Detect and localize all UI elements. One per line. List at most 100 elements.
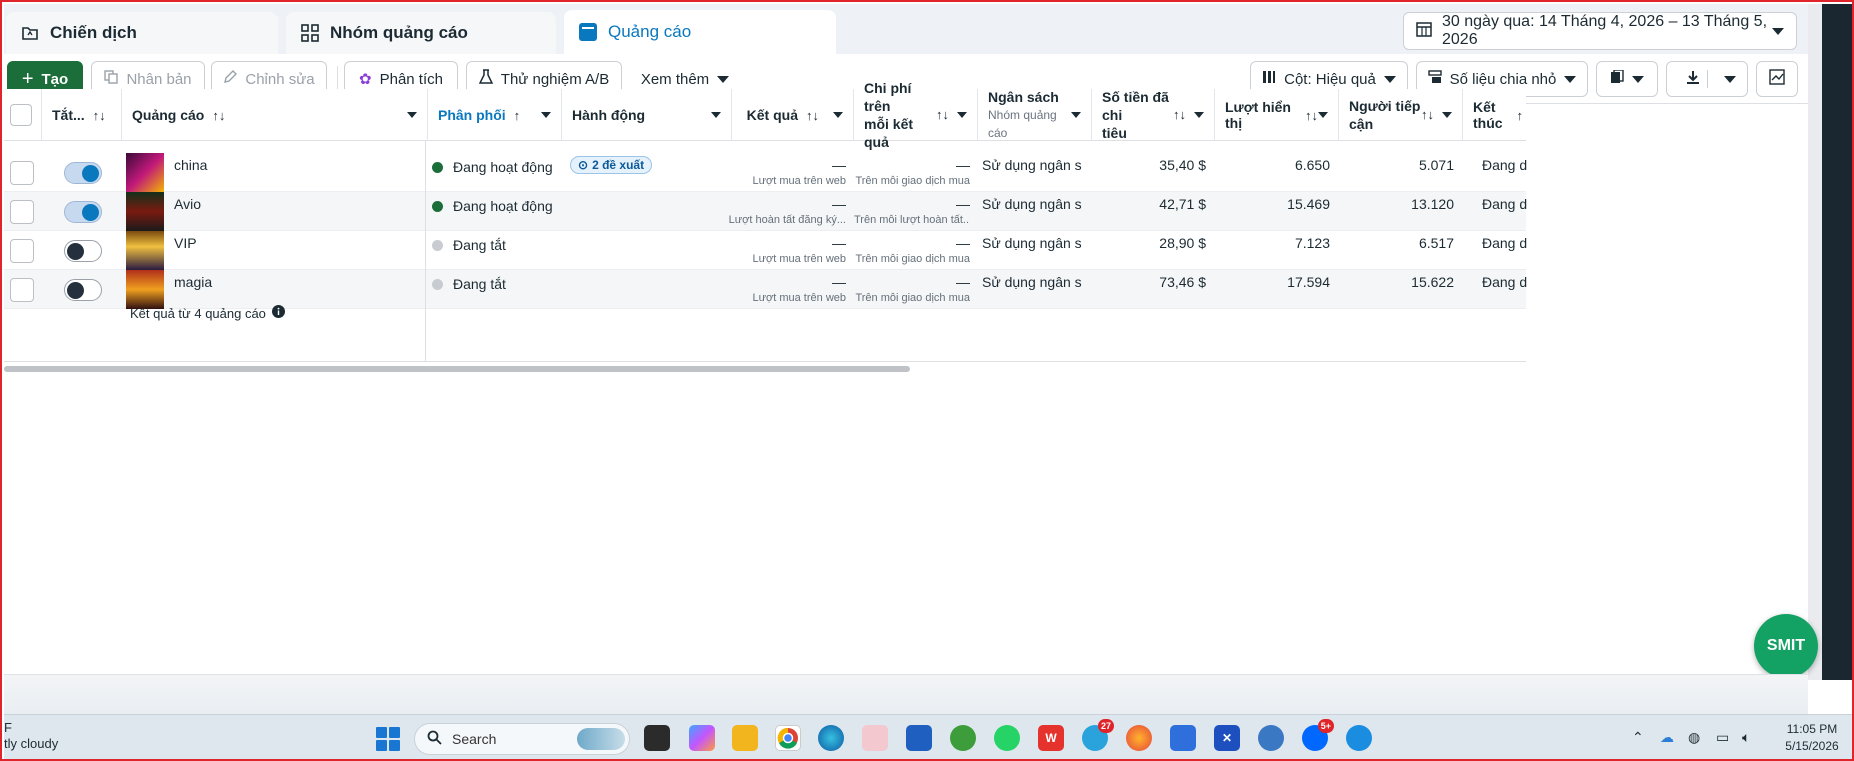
column-header-toggle[interactable]: Tắt... ↑↓ bbox=[42, 89, 122, 141]
copilot-icon[interactable] bbox=[689, 725, 715, 751]
select-all-checkbox[interactable] bbox=[10, 104, 32, 126]
column-header-amount-spent[interactable]: Số tiền đã chi tiêu ↑↓ bbox=[1092, 89, 1215, 141]
horizontal-scrollbar[interactable] bbox=[4, 366, 910, 372]
edge-icon[interactable] bbox=[818, 725, 844, 751]
chevron-up-icon[interactable]: ⌃ bbox=[1632, 729, 1644, 746]
weather-temp: F bbox=[4, 720, 12, 735]
chevron-down-icon[interactable] bbox=[711, 112, 721, 118]
cloud-icon[interactable]: ☁ bbox=[1660, 729, 1674, 746]
chevron-down-icon[interactable] bbox=[1442, 112, 1452, 118]
table-row[interactable]: VIP Đang tắt — Lượt mua trên web — Trên mỗi g… bbox=[4, 231, 1528, 270]
firefox-icon[interactable] bbox=[1126, 725, 1152, 751]
export-button[interactable] bbox=[1666, 61, 1748, 97]
notepad-icon[interactable] bbox=[1170, 725, 1196, 751]
suggestions-badge[interactable]: ⊙ 2 đề xuất bbox=[570, 156, 653, 174]
column-header-ad[interactable]: Quảng cáo ↑↓ bbox=[122, 89, 428, 141]
result-type: Lượt mua trên web bbox=[752, 253, 846, 265]
network-icon[interactable]: ▭ bbox=[1716, 729, 1729, 746]
chevron-down-icon[interactable] bbox=[1194, 112, 1204, 118]
select-all-cell bbox=[4, 89, 42, 141]
column-label: Ngân sách Nhóm quảng cáo bbox=[988, 89, 1059, 140]
telegram-icon[interactable]: 27 bbox=[1082, 719, 1114, 751]
sort-ascending-icon[interactable]: ↑ bbox=[1517, 108, 1524, 123]
pencil-icon bbox=[223, 70, 238, 88]
column-header-impressions[interactable]: Lượt hiển thị ↑↓ bbox=[1215, 89, 1339, 141]
reach-value: 15.622 bbox=[1411, 274, 1454, 290]
column-header-ends[interactable]: Kết thúc ↑ bbox=[1463, 89, 1533, 141]
delivery-status: Đang tắt bbox=[432, 235, 506, 255]
chevron-down-icon[interactable] bbox=[407, 112, 417, 118]
sort-icon[interactable]: ↑↓ bbox=[1305, 108, 1318, 123]
app-icon-5[interactable] bbox=[1346, 725, 1372, 751]
taskbar-search[interactable]: Search bbox=[414, 723, 630, 755]
sort-ascending-icon[interactable]: ↑ bbox=[514, 108, 521, 123]
sort-icon[interactable]: ↑↓ bbox=[936, 106, 949, 124]
sort-icon[interactable]: ↑↓ bbox=[1421, 106, 1434, 124]
app-icon-3[interactable]: ✕ bbox=[1214, 725, 1240, 751]
table-row[interactable]: magia Đang tắt — Lượt mua trên web — Trên mỗi… bbox=[4, 270, 1528, 309]
chevron-down-icon bbox=[717, 75, 730, 83]
info-icon[interactable] bbox=[271, 305, 285, 321]
tab-campaigns[interactable]: Chiến dịch bbox=[6, 12, 278, 54]
app-icon-1[interactable] bbox=[862, 725, 888, 751]
chevron-down-icon[interactable] bbox=[833, 112, 843, 118]
weather-widget[interactable]: F tly cloudy bbox=[4, 720, 58, 752]
sort-icon[interactable]: ↑↓ bbox=[806, 108, 819, 123]
chevron-down-icon[interactable] bbox=[1071, 112, 1081, 118]
app-icon-2[interactable] bbox=[950, 725, 976, 751]
file-explorer-icon[interactable] bbox=[732, 725, 758, 751]
chrome-icon[interactable] bbox=[775, 725, 801, 751]
column-label: Hành động bbox=[572, 107, 646, 123]
sort-icon[interactable]: ↑↓ bbox=[1173, 106, 1186, 124]
tab-ads[interactable]: Quảng cáo bbox=[564, 10, 836, 54]
ad-toggle-switch[interactable] bbox=[64, 201, 102, 223]
chart-toggle-button[interactable] bbox=[1756, 61, 1798, 97]
cost-per-result-type: Trên mỗi giao dịch mua bbox=[855, 175, 970, 187]
ad-toggle-switch[interactable] bbox=[64, 162, 102, 184]
ad-thumbnail[interactable] bbox=[126, 192, 164, 231]
row-checkbox[interactable] bbox=[10, 161, 34, 185]
amount-spent-value: 73,46 $ bbox=[1159, 274, 1206, 290]
task-view-icon[interactable] bbox=[644, 725, 670, 751]
sort-icon[interactable]: ↑↓ bbox=[212, 108, 225, 123]
ad-thumbnail[interactable] bbox=[126, 231, 164, 270]
tab-ad-sets[interactable]: Nhóm quảng cáo bbox=[286, 12, 556, 54]
sort-icon[interactable]: ↑↓ bbox=[93, 108, 106, 123]
ad-toggle-switch[interactable] bbox=[64, 240, 102, 262]
search-placeholder: Search bbox=[452, 731, 497, 747]
columns-label: Cột: Hiệu quả bbox=[1284, 70, 1376, 88]
column-header-budget[interactable]: Ngân sách Nhóm quảng cáo bbox=[978, 89, 1092, 141]
notification-badge: 27 bbox=[1097, 719, 1114, 733]
chevron-down-icon[interactable] bbox=[1318, 112, 1328, 118]
windows-start-icon[interactable] bbox=[376, 727, 400, 751]
ad-thumbnail[interactable] bbox=[126, 270, 164, 309]
whatsapp-icon[interactable] bbox=[994, 725, 1020, 751]
row-checkbox[interactable] bbox=[10, 200, 34, 224]
volume-icon[interactable]: 🔈︎ bbox=[1742, 729, 1750, 746]
column-header-delivery[interactable]: Phân phối ↑ bbox=[428, 89, 562, 141]
ad-toggle-switch[interactable] bbox=[64, 279, 102, 301]
column-header-actions[interactable]: Hành động bbox=[562, 89, 732, 141]
column-header-results[interactable]: Kết quả ↑↓ bbox=[732, 89, 854, 141]
store-icon[interactable] bbox=[906, 725, 932, 751]
chevron-down-icon[interactable] bbox=[541, 112, 551, 118]
smit-chat-button[interactable]: SMIT bbox=[1754, 614, 1818, 678]
wps-icon[interactable]: W bbox=[1038, 725, 1064, 751]
system-clock[interactable]: 11:05 PM 5/15/2026 bbox=[1772, 721, 1852, 755]
table-row[interactable]: Avio Đang hoạt động — Lượt hoàn tất đăng ký… bbox=[4, 192, 1528, 231]
chevron-down-icon[interactable] bbox=[957, 112, 967, 118]
date-range-picker[interactable]: 30 ngày qua: 14 Tháng 4, 2026 – 13 Tháng… bbox=[1403, 12, 1797, 50]
reports-button[interactable] bbox=[1596, 61, 1658, 97]
column-label: Kết thúc bbox=[1473, 99, 1503, 131]
zalo-icon[interactable]: 5+ bbox=[1302, 719, 1334, 751]
column-header-reach[interactable]: Người tiếp cận ↑↓ bbox=[1339, 89, 1463, 141]
row-checkbox[interactable] bbox=[10, 239, 34, 263]
ad-thumbnail[interactable] bbox=[126, 153, 164, 192]
result-type: Lượt mua trên web bbox=[752, 292, 846, 304]
vpn-icon[interactable]: ◍ bbox=[1688, 729, 1700, 746]
row-checkbox[interactable] bbox=[10, 278, 34, 302]
column-header-cost-per-result[interactable]: Chi phí trên mỗi kết quả ↑↓ bbox=[854, 80, 978, 150]
trend-chart-icon bbox=[1769, 69, 1785, 89]
table-row[interactable]: china Đang hoạt động ⊙ 2 đề xuất — Lượt mua t… bbox=[4, 153, 1528, 192]
app-icon-4[interactable] bbox=[1258, 725, 1284, 751]
